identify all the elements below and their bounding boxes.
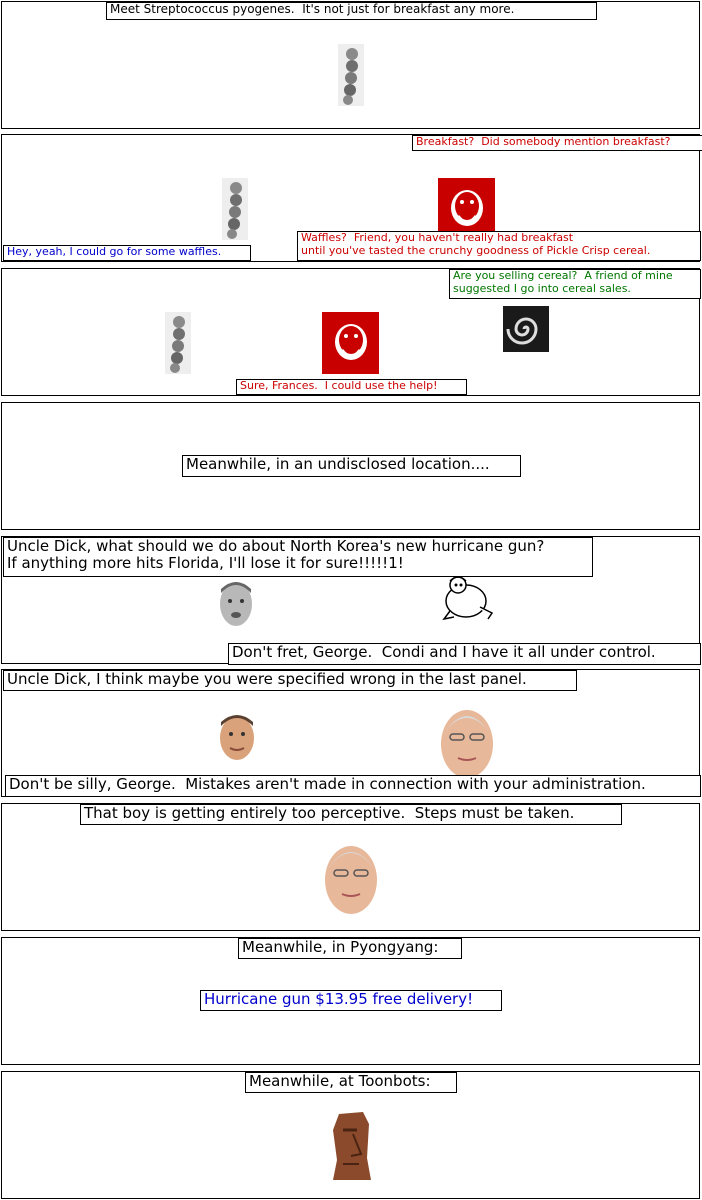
comic-panel-7: That boy is getting entirely too percept…	[1, 803, 700, 931]
caption: Don't fret, George. Condi and I have it …	[228, 643, 701, 665]
caption: Sure, Frances. I could use the help!	[236, 379, 467, 395]
comic-panel-1: Meet Streptococcus pyogenes. It's not ju…	[1, 1, 700, 129]
caption: Hurricane gun $13.95 free delivery!	[200, 990, 502, 1011]
comic-panel-9: Meanwhile, at Toonbots:	[1, 1071, 700, 1199]
comic-panel-5: Uncle Dick, what should we do about Nort…	[1, 536, 701, 665]
caption: Hey, yeah, I could go for some waffles.	[3, 245, 251, 261]
bacteria-chain-icon	[165, 312, 191, 374]
caption: That boy is getting entirely too percept…	[80, 804, 622, 825]
cereal-mascot-portrait-icon	[322, 312, 379, 374]
comic-panel-6: Uncle Dick, I think maybe you were speci…	[1, 669, 701, 797]
caption: Are you selling cereal? A friend of mine…	[449, 269, 701, 299]
comic-panel-2: Breakfast? Did somebody mention breakfas…	[1, 134, 702, 262]
comic-panel-4: Meanwhile, in an undisclosed location...…	[1, 402, 700, 530]
hurricane-icon	[503, 306, 549, 352]
caption: Uncle Dick, I think maybe you were speci…	[3, 670, 577, 691]
dick-face-icon	[325, 846, 377, 914]
caption: Meanwhile, in an undisclosed location...…	[182, 455, 521, 477]
dick-face-icon	[441, 710, 493, 778]
comic-panel-8: Meanwhile, in Pyongyang: Hurricane gun $…	[1, 937, 700, 1065]
caption: Uncle Dick, what should we do about Nort…	[3, 537, 593, 577]
caption: Waffles? Friend, you haven't really had …	[297, 231, 701, 261]
caption: Meanwhile, at Toonbots:	[245, 1072, 457, 1093]
bacteria-chain-icon	[222, 178, 248, 240]
bacteria-chain-icon	[338, 44, 364, 106]
caption: Meanwhile, in Pyongyang:	[238, 938, 462, 959]
comic-panel-3: Are you selling cereal? A friend of mine…	[1, 268, 701, 396]
george-face-icon	[220, 582, 252, 626]
condi-cartoon-icon	[442, 576, 494, 621]
caption: Meet Streptococcus pyogenes. It's not ju…	[106, 2, 597, 20]
caption: Don't be silly, George. Mistakes aren't …	[5, 775, 701, 797]
caption: Breakfast? Did somebody mention breakfas…	[412, 135, 702, 151]
george-face-icon	[220, 715, 254, 760]
moai-head-icon	[333, 1112, 371, 1180]
